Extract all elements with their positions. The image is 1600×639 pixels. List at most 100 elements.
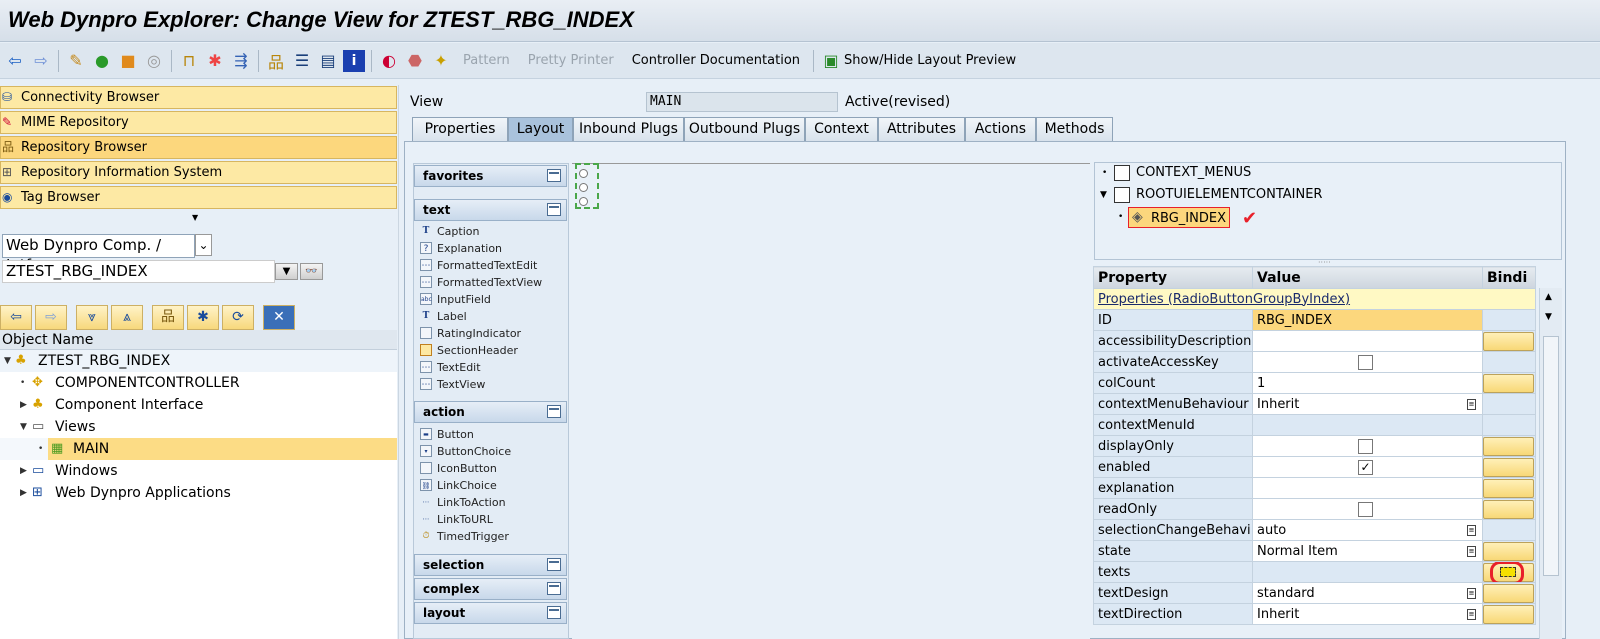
binding-button[interactable] (1483, 457, 1534, 477)
properties-group-link[interactable]: Properties (RadioButtonGroupByIndex) (1098, 292, 1350, 307)
tree-node-windows[interactable]: ▶ ▭ Windows (0, 460, 397, 482)
property-value[interactable] (1252, 351, 1483, 373)
edit-pencil-icon[interactable]: ✎ (65, 50, 87, 72)
binding-button[interactable] (1483, 331, 1534, 351)
palette-item-caption[interactable]: T Caption (420, 223, 480, 240)
tree-node-views[interactable]: ▼ ▭ Views (0, 416, 397, 438)
display-list-icon[interactable]: ▤ (317, 50, 339, 72)
palette-item-linkchoice[interactable]: ⛓ LinkChoice (420, 477, 497, 494)
expanded-arrow-icon[interactable]: ▼ (1100, 184, 1107, 206)
radio-button-group-preview[interactable] (575, 163, 599, 209)
binding-column-header[interactable]: Bindi (1482, 266, 1536, 289)
display-glasses-button[interactable]: 👓 (300, 263, 323, 280)
property-value[interactable] (1252, 477, 1483, 499)
object-list-icon[interactable]: ☰ (291, 50, 313, 72)
outline-rbg-index[interactable]: • RBG_INDEX ◈ ✔ (1100, 206, 1300, 229)
tree-node-main[interactable]: • ▦ MAIN (0, 438, 397, 460)
palette-layout-header[interactable]: layout (414, 602, 567, 624)
test-icon[interactable]: ◐ (378, 50, 400, 72)
value-help-icon[interactable]: ≡ (1467, 399, 1476, 410)
palette-item-label[interactable]: T Label (420, 308, 467, 325)
property-value[interactable]: auto ≡ (1252, 519, 1483, 541)
palette-item-formattedtextedit[interactable]: ⋯ FormattedTextEdit (420, 257, 537, 274)
palette-text-header[interactable]: text (414, 199, 567, 221)
palette-item-ratingindicator[interactable]: RatingIndicator (420, 325, 521, 342)
palette-item-textview[interactable]: ⋯ TextView (420, 376, 485, 393)
tab-properties[interactable]: Properties (412, 117, 508, 141)
navigate-icon[interactable]: ⇶ (230, 50, 252, 72)
object-type-select[interactable]: Web Dynpro Comp. / Intf. (2, 234, 195, 274)
check-icon[interactable]: ⊓ (178, 50, 200, 72)
panel-splitter[interactable] (398, 85, 403, 639)
property-value[interactable] (1252, 498, 1483, 520)
where-used-icon[interactable]: ◎ (143, 50, 165, 72)
nav-mime-repository[interactable]: ✎ MIME Repository (0, 111, 397, 134)
object-name-dropdown-button[interactable]: ▼ (275, 263, 298, 280)
palette-complex-header[interactable]: complex (414, 578, 567, 600)
other-object-icon[interactable]: ■ (117, 50, 139, 72)
minimize-icon[interactable] (547, 203, 561, 216)
show-hide-layout-preview-button[interactable]: Show/Hide Layout Preview (844, 53, 1016, 68)
forward-icon[interactable]: ⇨ (30, 50, 52, 72)
palette-action-header[interactable]: action (414, 401, 567, 423)
expanded-arrow-icon[interactable]: ▼ (4, 350, 11, 372)
nav-tag-browser[interactable]: ◉ Tag Browser (0, 186, 397, 209)
property-column-header[interactable]: Property (1093, 266, 1253, 289)
minimize-icon[interactable] (547, 558, 561, 571)
collapsed-arrow-icon[interactable]: ▶ (20, 482, 27, 504)
palette-item-textedit[interactable]: ⋯ TextEdit (420, 359, 481, 376)
tab-layout[interactable]: Layout (508, 117, 573, 141)
scroll-thumb[interactable] (1543, 336, 1559, 576)
palette-item-inputfield[interactable]: abc InputField (420, 291, 491, 308)
tab-inbound-plugs[interactable]: Inbound Plugs (573, 117, 684, 141)
object-type-dropdown-icon[interactable]: ⌄ (195, 234, 212, 256)
value-column-header[interactable]: Value (1252, 266, 1483, 289)
checkbox[interactable]: ✓ (1358, 460, 1373, 475)
pattern-button[interactable]: Pattern (463, 53, 510, 68)
nav-repository-information-system[interactable]: ⊞ Repository Information System (0, 161, 397, 184)
property-table-scrollbar[interactable]: ▲ ▼ (1539, 288, 1562, 639)
refresh-icon[interactable]: ⟳ (222, 305, 254, 330)
switch-display-icon[interactable]: ● (91, 50, 113, 72)
expanded-arrow-icon[interactable]: ▼ (20, 416, 27, 438)
tab-outbound-plugs[interactable]: Outbound Plugs (684, 117, 805, 141)
palette-item-linktourl[interactable]: ⋯ LinkToURL (420, 511, 493, 528)
property-value[interactable]: Normal Item ≡ (1252, 540, 1483, 562)
checkbox[interactable] (1358, 439, 1373, 454)
layout-canvas[interactable] (572, 163, 1090, 639)
back-icon[interactable]: ⇦ (4, 50, 26, 72)
tab-methods[interactable]: Methods (1036, 117, 1113, 141)
checkbox[interactable] (1358, 355, 1373, 370)
new-object-icon[interactable]: ✱ (187, 305, 219, 330)
binding-button[interactable] (1483, 478, 1534, 498)
value-help-icon[interactable]: ≡ (1467, 525, 1476, 536)
controller-documentation-button[interactable]: Controller Documentation (632, 53, 800, 68)
palette-item-timedtrigger[interactable]: ⏱ TimedTrigger (420, 528, 508, 545)
property-value[interactable]: ✓ (1252, 456, 1483, 478)
info-icon[interactable]: i (343, 49, 365, 72)
binding-button[interactable] (1483, 436, 1534, 456)
property-value[interactable] (1252, 330, 1483, 352)
property-value[interactable]: Inherit ≡ (1252, 603, 1483, 625)
palette-selection-header[interactable]: selection (414, 554, 567, 576)
collapse-all-icon[interactable]: ⩓ (111, 305, 143, 330)
tab-context[interactable]: Context (805, 117, 878, 141)
forward-icon[interactable]: ⇨ (35, 305, 67, 330)
minimize-icon[interactable] (547, 582, 561, 595)
property-value[interactable]: 1 (1252, 372, 1483, 394)
palette-item-linktoaction[interactable]: ⋯ LinkToAction (420, 494, 506, 511)
stop-user-icon[interactable]: ⬣ (404, 50, 426, 72)
property-value[interactable]: standard ≡ (1252, 582, 1483, 604)
palette-item-formattedtextview[interactable]: ⋯ FormattedTextView (420, 274, 542, 291)
collapse-arrow-icon[interactable]: ▼ (192, 213, 198, 222)
palette-item-buttonchoice[interactable]: ▾ ButtonChoice (420, 443, 511, 460)
binding-button[interactable] (1483, 583, 1534, 603)
object-name-input[interactable]: ZTEST_RBG_INDEX (2, 260, 275, 283)
collapsed-arrow-icon[interactable]: ▶ (20, 460, 27, 482)
nav-repository-browser[interactable]: 品 Repository Browser (0, 136, 397, 159)
palette-item-button[interactable]: ▬ Button (420, 426, 474, 443)
value-help-icon[interactable]: ≡ (1467, 546, 1476, 557)
tab-actions[interactable]: Actions (965, 117, 1036, 141)
scroll-up-icon[interactable]: ▲ (1545, 292, 1552, 302)
palette-favorites-header[interactable]: favorites (414, 165, 567, 187)
